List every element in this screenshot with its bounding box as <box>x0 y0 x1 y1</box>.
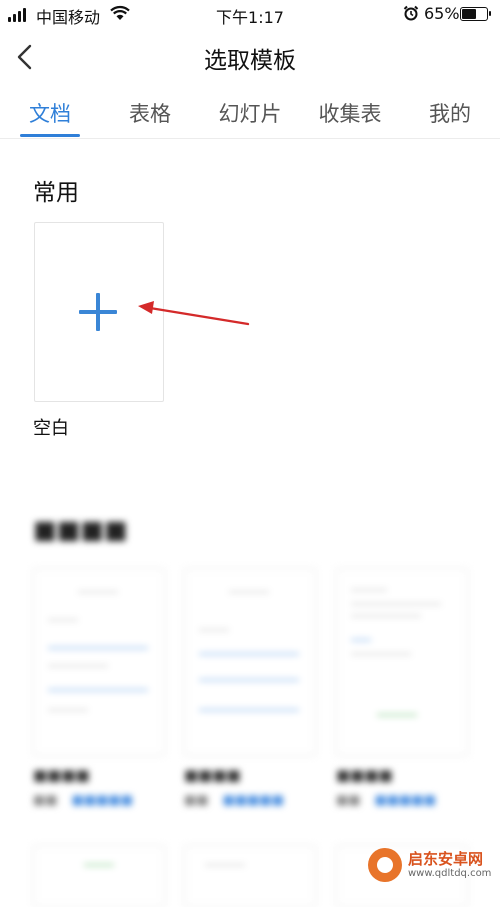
tab-sheets[interactable]: 表格 <box>129 98 171 128</box>
active-tab-indicator <box>20 134 80 137</box>
template-card[interactable] <box>184 845 316 907</box>
template-card[interactable] <box>33 845 165 907</box>
template-card[interactable] <box>33 568 165 756</box>
section-title-common: 常用 <box>33 180 79 206</box>
watermark-url: www.qdltdq.com <box>408 868 492 879</box>
template-meta-blurred: ■■ ■■■■■ <box>336 793 436 808</box>
tab-documents[interactable]: 文档 <box>29 98 71 128</box>
template-card[interactable] <box>336 568 468 756</box>
template-meta-blurred: ■■ ■■■■■ <box>184 793 284 808</box>
status-bar: 中国移动 下午1:17 65% <box>0 0 500 28</box>
watermark-logo-icon <box>368 848 402 882</box>
tab-slides[interactable]: 幻灯片 <box>219 98 282 128</box>
watermark-text: 启东安卓网 <box>408 850 484 868</box>
alarm-icon <box>403 5 419 21</box>
battery-percent: 65% <box>424 4 460 23</box>
template-meta-blurred: ■■ ■■■■■ <box>33 793 133 808</box>
template-name-blurred: ■■■■ <box>336 766 393 784</box>
tab-forms[interactable]: 收集表 <box>319 98 382 128</box>
battery-cap <box>489 11 491 16</box>
template-card[interactable] <box>184 568 316 756</box>
recommended-section: ■■■■ ■■■■ ■■■■ ■■■■ ■■ ■■■■■ ■■ ■■■■■ ■■ ■■… <box>0 500 500 907</box>
blurred-section-title: ■■■■ <box>33 515 128 544</box>
blank-template-label: 空白 <box>33 418 69 439</box>
site-watermark: 启东安卓网 www.qdltdq.com <box>362 842 498 886</box>
template-name-blurred: ■■■■ <box>33 766 90 784</box>
battery-icon <box>460 7 488 21</box>
template-name-blurred: ■■■■ <box>184 766 241 784</box>
plus-icon <box>79 293 117 331</box>
page-title: 选取模板 <box>204 48 296 74</box>
tab-bar: 文档 表格 幻灯片 收集表 我的 <box>0 86 500 139</box>
annotation-arrow <box>138 301 250 326</box>
tab-mine[interactable]: 我的 <box>429 98 471 128</box>
